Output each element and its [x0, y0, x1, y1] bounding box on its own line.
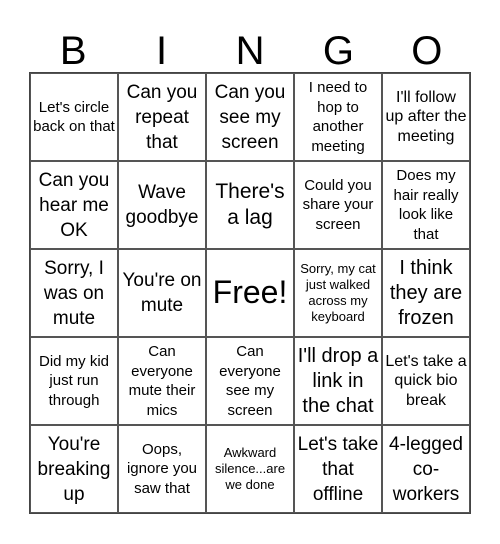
bingo-cell[interactable]: I need to hop to another meeting: [294, 73, 382, 161]
bingo-cell[interactable]: Oops, ignore you saw that: [118, 425, 206, 513]
free-space-cell[interactable]: Free!: [206, 249, 294, 337]
bingo-cell[interactable]: You're on mute: [118, 249, 206, 337]
bingo-cell[interactable]: Can you see my screen: [206, 73, 294, 161]
bingo-cell[interactable]: I think they are frozen: [382, 249, 470, 337]
bingo-cell[interactable]: Can everyone see my screen: [206, 337, 294, 425]
header-letter-o: O: [411, 29, 443, 73]
header-letter-b: B: [59, 29, 87, 73]
bingo-cell[interactable]: I'll follow up after the meeting: [382, 73, 470, 161]
bingo-cell[interactable]: Did my kid just run through: [30, 337, 118, 425]
bingo-cell[interactable]: Sorry, I was on mute: [30, 249, 118, 337]
bingo-cell[interactable]: I'll drop a link in the chat: [294, 337, 382, 425]
bingo-cell[interactable]: Could you share your screen: [294, 161, 382, 249]
bingo-card: Let's circle back on that Can you repeat…: [29, 72, 471, 514]
header-letter-n: N: [235, 29, 265, 73]
bingo-cell[interactable]: There's a lag: [206, 161, 294, 249]
bingo-cell[interactable]: Awkward silence...are we done: [206, 425, 294, 513]
bingo-cell[interactable]: Can you repeat that: [118, 73, 206, 161]
bingo-cell[interactable]: Wave goodbye: [118, 161, 206, 249]
header-letter-g: G: [322, 29, 354, 73]
bingo-cell[interactable]: Sorry, my cat just walked across my keyb…: [294, 249, 382, 337]
header-letter-i: I: [156, 29, 168, 73]
bingo-cell[interactable]: You're breaking up: [30, 425, 118, 513]
bingo-header: B I N G O: [29, 30, 471, 72]
bingo-cell[interactable]: 4-legged co-workers: [382, 425, 470, 513]
bingo-cell[interactable]: Can you hear me OK: [30, 161, 118, 249]
bingo-cell[interactable]: Does my hair really look like that: [382, 161, 470, 249]
bingo-cell[interactable]: Let's take that offline: [294, 425, 382, 513]
bingo-cell[interactable]: Let's take a quick bio break: [382, 337, 470, 425]
bingo-cell[interactable]: Can everyone mute their mics: [118, 337, 206, 425]
bingo-cell[interactable]: Let's circle back on that: [30, 73, 118, 161]
